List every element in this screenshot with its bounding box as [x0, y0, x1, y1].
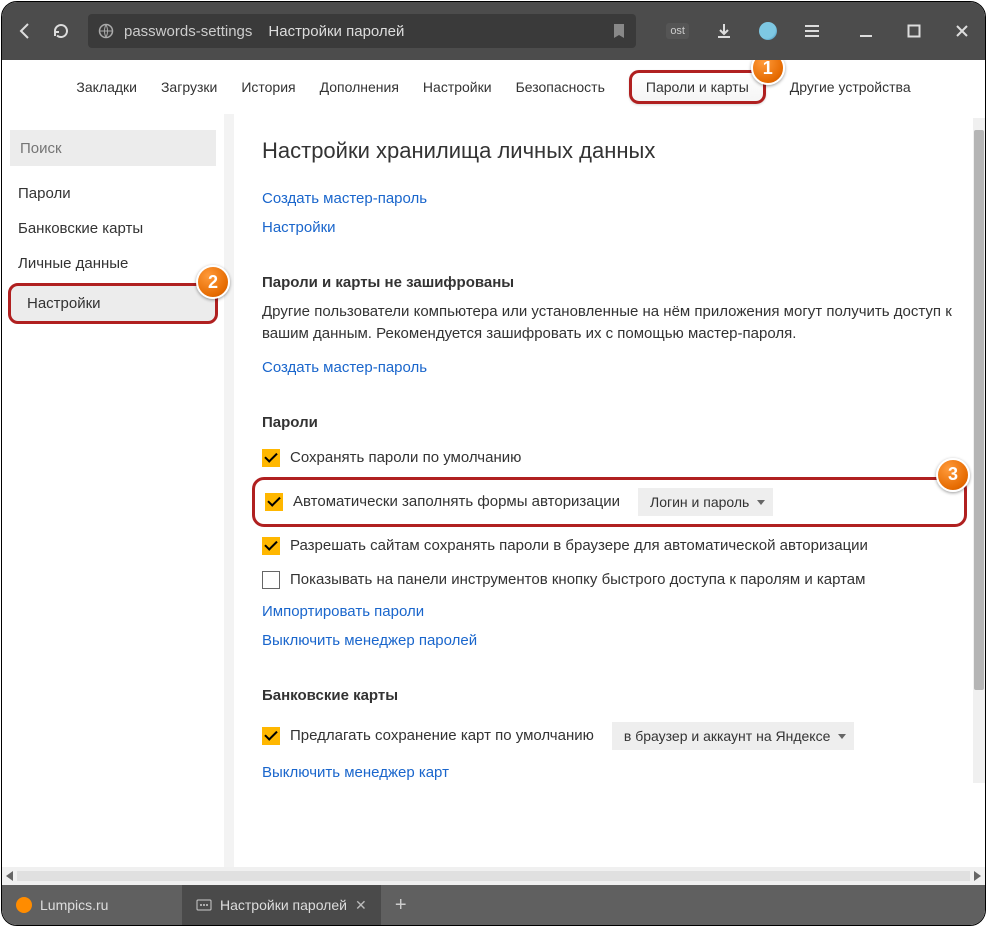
bookmark-icon[interactable]	[612, 23, 626, 39]
topnav-downloads[interactable]: Загрузки	[161, 79, 217, 95]
cards-section-title: Банковские карты	[262, 687, 957, 704]
topnav-security[interactable]: Безопасность	[516, 79, 605, 95]
close-button[interactable]	[953, 22, 971, 40]
dropdown-card-save-target[interactable]: в браузер и аккаунт на Яндексе	[612, 722, 854, 750]
settings-sidebar: Пароли Банковские карты Личные данные На…	[2, 114, 224, 867]
tab-close-button[interactable]: ✕	[355, 897, 367, 914]
label-autofill: Автоматически заполнять формы авторизаци…	[293, 493, 620, 510]
reload-button[interactable]	[52, 22, 70, 40]
minimize-button[interactable]	[857, 22, 875, 40]
tab-label: Lumpics.ru	[40, 897, 108, 913]
label-allow-sites: Разрешать сайтам сохранять пароли в брау…	[290, 537, 868, 554]
encrypt-section-desc: Другие пользователи компьютера или устан…	[262, 301, 957, 345]
dropdown-autofill-mode[interactable]: Логин и пароль	[638, 488, 773, 516]
label-offer-save-cards: Предлагать сохранение карт по умолчанию	[290, 727, 594, 744]
row-offer-save-cards: Предлагать сохранение карт по умолчанию …	[262, 714, 957, 758]
horizontal-scrollbar[interactable]	[2, 867, 985, 885]
passwords-section-title: Пароли	[262, 414, 957, 431]
hscroll-left-arrow[interactable]	[6, 871, 13, 881]
browser-toolbar: passwords-settings Настройки паролей ost	[2, 2, 985, 60]
link-import-passwords[interactable]: Импортировать пароли	[262, 603, 424, 620]
callout-2: 2	[196, 265, 230, 299]
topnav-addons[interactable]: Дополнения	[320, 79, 399, 95]
link-settings[interactable]: Настройки	[262, 219, 336, 236]
favicon-lumpics	[16, 897, 32, 913]
tab-label: Настройки паролей	[220, 897, 347, 913]
row-allow-sites: Разрешать сайтам сохранять пароли в брау…	[262, 529, 957, 563]
topnav-settings[interactable]: Настройки	[423, 79, 492, 95]
maximize-button[interactable]	[905, 22, 923, 40]
vertical-scrollbar-thumb[interactable]	[974, 130, 984, 690]
settings-content: Настройки хранилища личных данных Создат…	[234, 114, 985, 867]
checkbox-show-toolbar[interactable]	[262, 571, 280, 589]
highlight-autofill-row: Автоматически заполнять формы авторизаци…	[252, 477, 967, 527]
label-save-default: Сохранять пароли по умолчанию	[290, 449, 521, 466]
label-show-toolbar: Показывать на панели инструментов кнопку…	[290, 571, 865, 588]
vertical-scrollbar[interactable]	[973, 118, 985, 783]
url-title: Настройки паролей	[268, 23, 404, 40]
topnav-passwords-cards[interactable]: Пароли и карты 1	[629, 70, 766, 104]
topnav-history[interactable]: История	[241, 79, 295, 95]
callout-3: 3	[936, 458, 970, 492]
address-bar[interactable]: passwords-settings Настройки паролей	[88, 14, 636, 48]
menu-button[interactable]	[803, 22, 821, 40]
checkbox-offer-save-cards[interactable]	[262, 727, 280, 745]
page-heading: Настройки хранилища личных данных	[262, 138, 957, 164]
checkbox-allow-sites[interactable]	[262, 537, 280, 555]
checkbox-save-default[interactable]	[262, 449, 280, 467]
sidebar-item-passwords[interactable]: Пароли	[2, 176, 224, 211]
encrypt-section-title: Пароли и карты не зашифрованы	[262, 274, 957, 291]
sidebar-item-settings[interactable]: Настройки 2	[2, 283, 224, 324]
topnav-bookmarks[interactable]: Закладки	[76, 79, 137, 95]
link-disable-password-manager[interactable]: Выключить менеджер паролей	[262, 632, 477, 649]
topnav-other-devices[interactable]: Другие устройства	[790, 79, 911, 95]
tab-password-settings[interactable]: Настройки паролей ✕	[182, 885, 381, 925]
new-tab-button[interactable]: +	[381, 885, 421, 925]
hscroll-right-arrow[interactable]	[974, 871, 981, 881]
sidebar-item-personal[interactable]: Личные данные	[2, 246, 224, 281]
checkbox-autofill[interactable]	[265, 493, 283, 511]
weather-icon[interactable]	[759, 22, 777, 40]
downloads-button[interactable]	[715, 22, 733, 40]
browser-tabbar: Lumpics.ru Настройки паролей ✕ +	[2, 885, 985, 925]
row-show-toolbar: Показывать на панели инструментов кнопку…	[262, 563, 957, 597]
sidebar-search-input[interactable]	[10, 130, 216, 166]
url-path: passwords-settings	[124, 23, 252, 40]
back-button[interactable]	[16, 22, 34, 40]
extension-badge[interactable]: ost	[666, 23, 689, 39]
favicon-settings	[196, 897, 212, 913]
tab-lumpics[interactable]: Lumpics.ru	[2, 885, 182, 925]
callout-1: 1	[751, 60, 785, 85]
link-create-master-password-2[interactable]: Создать мастер-пароль	[262, 359, 427, 376]
row-save-default: Сохранять пароли по умолчанию	[262, 441, 957, 475]
link-disable-card-manager[interactable]: Выключить менеджер карт	[262, 764, 449, 781]
link-create-master-password[interactable]: Создать мастер-пароль	[262, 190, 427, 207]
sidebar-item-cards[interactable]: Банковские карты	[2, 211, 224, 246]
hscroll-track[interactable]	[17, 871, 970, 881]
site-icon	[98, 23, 114, 39]
settings-topnav: Закладки Загрузки История Дополнения Нас…	[2, 60, 985, 114]
